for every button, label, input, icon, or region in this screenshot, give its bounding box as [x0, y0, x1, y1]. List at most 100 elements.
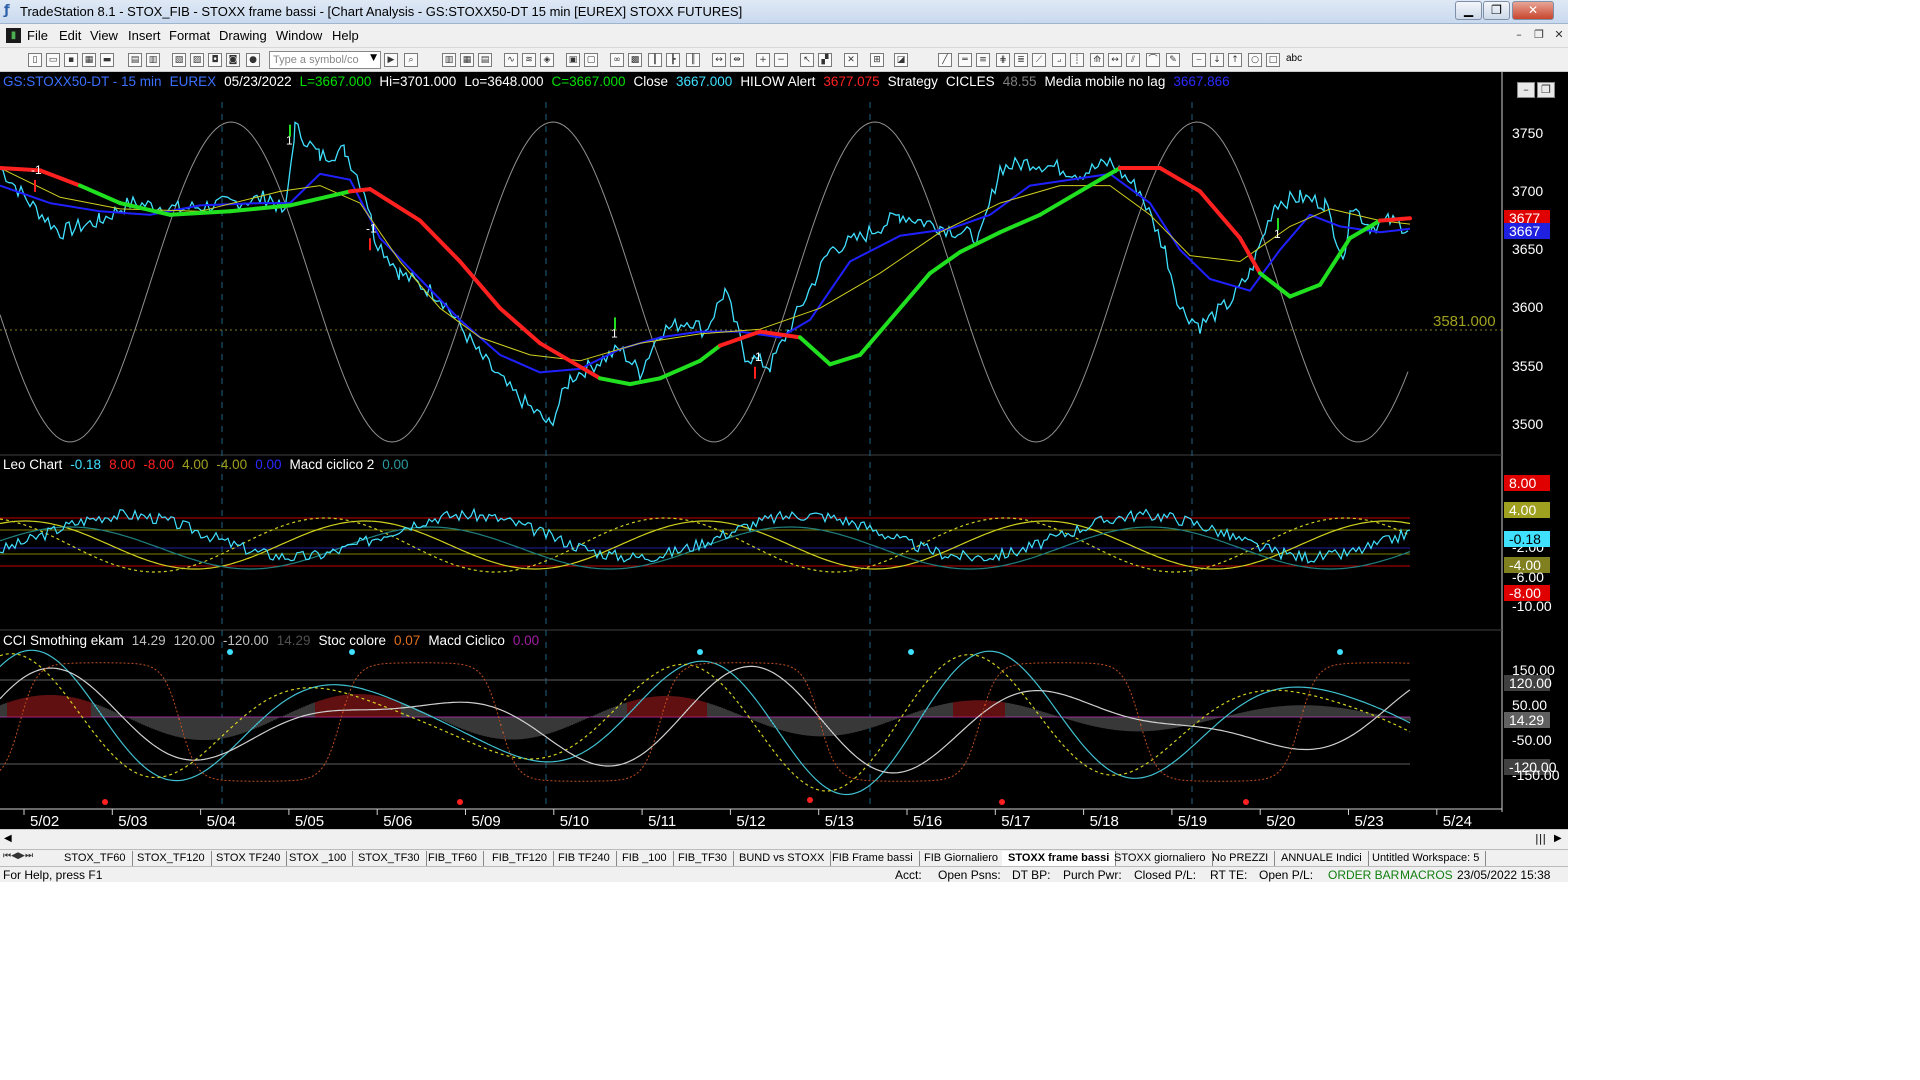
- alert-icon[interactable]: ⊞: [870, 53, 884, 67]
- menu-insert[interactable]: Insert: [128, 28, 161, 43]
- bars-icon[interactable]: ┣: [666, 53, 680, 67]
- macros-label[interactable]: MACROS: [1400, 868, 1453, 882]
- curve-icon[interactable]: ⌣: [1192, 53, 1206, 67]
- open-icon[interactable]: ▭: [46, 53, 60, 67]
- print-icon[interactable]: ▤: [128, 53, 142, 67]
- print-preview-icon[interactable]: ▥: [146, 53, 160, 67]
- save-icon[interactable]: ▪: [64, 53, 78, 67]
- chart-minimize-button[interactable]: –: [1517, 82, 1535, 98]
- matrix-icon[interactable]: ▦: [460, 53, 474, 67]
- indicator-icon[interactable]: ∿: [504, 53, 518, 67]
- data-icon[interactable]: ▩: [628, 53, 642, 67]
- globe-icon[interactable]: ●: [246, 53, 260, 67]
- workspace-tab[interactable]: STOX_TF120: [131, 851, 212, 866]
- arrow-up-icon[interactable]: ↑: [1228, 53, 1242, 67]
- workspace-tab[interactable]: FIB _100: [616, 851, 674, 866]
- tab-nav-icon[interactable]: ⏮◀▶⏭: [3, 851, 33, 861]
- optimize-icon[interactable]: ◈: [540, 53, 554, 67]
- tools-icon[interactable]: ✕: [844, 53, 858, 67]
- workspace-tab[interactable]: BUND vs STOXX: [733, 851, 832, 866]
- chart-window-icon[interactable]: ▮: [6, 28, 21, 43]
- trendline-icon[interactable]: ╱: [938, 53, 952, 67]
- maximize-button[interactable]: ❐: [1483, 1, 1510, 20]
- channel-icon[interactable]: ⋕: [996, 53, 1010, 67]
- workspace-tab[interactable]: FIB_TF60: [422, 851, 484, 866]
- text-tool-label[interactable]: abc: [1286, 53, 1302, 64]
- menu-format[interactable]: Format: [169, 28, 210, 43]
- symbol-input[interactable]: Type a symbol/co ▼: [269, 51, 381, 69]
- workspace-tab[interactable]: STOX_TF60: [58, 851, 133, 866]
- workspace-tab[interactable]: ANNUALE Indici: [1275, 851, 1369, 866]
- note-icon[interactable]: ◪: [894, 53, 908, 67]
- mdi-close-button[interactable]: ✕: [1550, 28, 1568, 44]
- menu-view[interactable]: View: [90, 28, 118, 43]
- chart-window[interactable]: -1 1 -1 1 -1 1 GS:STOXX50-DT - 15 min EUREX 05/…: [0, 72, 1568, 830]
- new-icon[interactable]: ▯: [28, 53, 42, 67]
- gann-icon[interactable]: ⟋: [1032, 53, 1046, 67]
- close-button[interactable]: ✕: [1512, 1, 1554, 20]
- menu-file[interactable]: File: [27, 28, 48, 43]
- chart-icon[interactable]: ▧: [172, 53, 186, 67]
- menu-help[interactable]: Help: [332, 28, 359, 43]
- workspace-tab[interactable]: FIB_TF120: [486, 851, 555, 866]
- mdi-restore-button[interactable]: ❐: [1530, 28, 1548, 44]
- vertical-lines-icon[interactable]: ┊: [1070, 53, 1084, 67]
- order-bar-label[interactable]: ORDER BAR: [1328, 868, 1399, 882]
- horizontal-line-icon[interactable]: ═: [958, 53, 972, 67]
- lock-icon[interactable]: ◘: [208, 53, 222, 67]
- minimize-button[interactable]: ▁: [1455, 1, 1482, 20]
- workspace-tab[interactable]: STOX _100: [283, 851, 354, 866]
- menu-edit[interactable]: Edit: [59, 28, 81, 43]
- andrews-icon[interactable]: ⟰: [1090, 53, 1104, 67]
- arc-icon[interactable]: ⌒: [1146, 53, 1160, 67]
- settings-icon[interactable]: ◙: [226, 53, 240, 67]
- workspace-tab[interactable]: STOX_TF30: [352, 851, 427, 866]
- scroll-left-icon[interactable]: ◀: [4, 833, 12, 844]
- strategy-icon[interactable]: ≋: [522, 53, 536, 67]
- compress-icon[interactable]: ⇹: [730, 53, 744, 67]
- workspace-tab[interactable]: STOXX giornaliero: [1108, 851, 1213, 866]
- go-icon[interactable]: ▶: [384, 53, 398, 67]
- rectangle-icon[interactable]: □: [1266, 53, 1280, 67]
- chevron-down-icon[interactable]: ▼: [370, 53, 377, 63]
- expand-icon[interactable]: ↔: [712, 53, 726, 67]
- speed-lines-icon[interactable]: ⟓: [1052, 53, 1066, 67]
- workspace-tab[interactable]: No PREZZI: [1206, 851, 1276, 866]
- bar-chart-icon[interactable]: ▥: [442, 53, 456, 67]
- chart-canvas[interactable]: -11-11-11: [0, 72, 1568, 829]
- volume-icon[interactable]: ║: [686, 53, 700, 67]
- window-icon[interactable]: ▢: [584, 53, 598, 67]
- workspace-tab[interactable]: STOXX frame bassi: [1002, 851, 1117, 866]
- chart-restore-button[interactable]: ❐: [1537, 82, 1555, 98]
- arrow-down-icon[interactable]: ↓: [1210, 53, 1224, 67]
- scroll-thumb-icon[interactable]: |||: [1535, 832, 1546, 845]
- pointer-icon[interactable]: ↖: [800, 53, 814, 67]
- lines-icon[interactable]: ≡: [976, 53, 990, 67]
- workspace-tab[interactable]: FIB Frame bassi: [826, 851, 920, 866]
- menu-window[interactable]: Window: [276, 28, 322, 43]
- ellipse-icon[interactable]: ○: [1248, 53, 1262, 67]
- regression-icon[interactable]: ⫽: [1126, 53, 1140, 67]
- format-icon[interactable]: ▣: [566, 53, 580, 67]
- workspace-tab[interactable]: FIB TF240: [552, 851, 617, 866]
- quote-icon[interactable]: ▤: [478, 53, 492, 67]
- scroll-right-icon[interactable]: ▶: [1554, 833, 1562, 844]
- zoom-out-icon[interactable]: −: [774, 53, 788, 67]
- find-icon[interactable]: ⌕: [404, 53, 418, 67]
- workspace-tab[interactable]: FIB_TF30: [672, 851, 734, 866]
- mdi-minimize-button[interactable]: –: [1510, 28, 1528, 44]
- horizontal-scrollbar[interactable]: ◀ ||| ▶: [0, 829, 1568, 849]
- folder-icon[interactable]: ▬: [100, 53, 114, 67]
- workspace-tab[interactable]: FIB Giornaliero: [918, 851, 1005, 866]
- workspace-tab[interactable]: STOX TF240: [210, 851, 288, 866]
- candles-icon[interactable]: ┃: [648, 53, 662, 67]
- link-icon[interactable]: ∞: [610, 53, 624, 67]
- fib-icon[interactable]: ≣: [1014, 53, 1028, 67]
- ruler-icon[interactable]: ↔: [1108, 53, 1122, 67]
- zoom-in-icon[interactable]: +: [756, 53, 770, 67]
- pencil-icon[interactable]: ✎: [1166, 53, 1180, 67]
- workspace-icon[interactable]: ▦: [82, 53, 96, 67]
- radar-icon[interactable]: ▨: [190, 53, 204, 67]
- crosshair-icon[interactable]: ▞: [818, 53, 832, 67]
- menu-drawing[interactable]: Drawing: [219, 28, 267, 43]
